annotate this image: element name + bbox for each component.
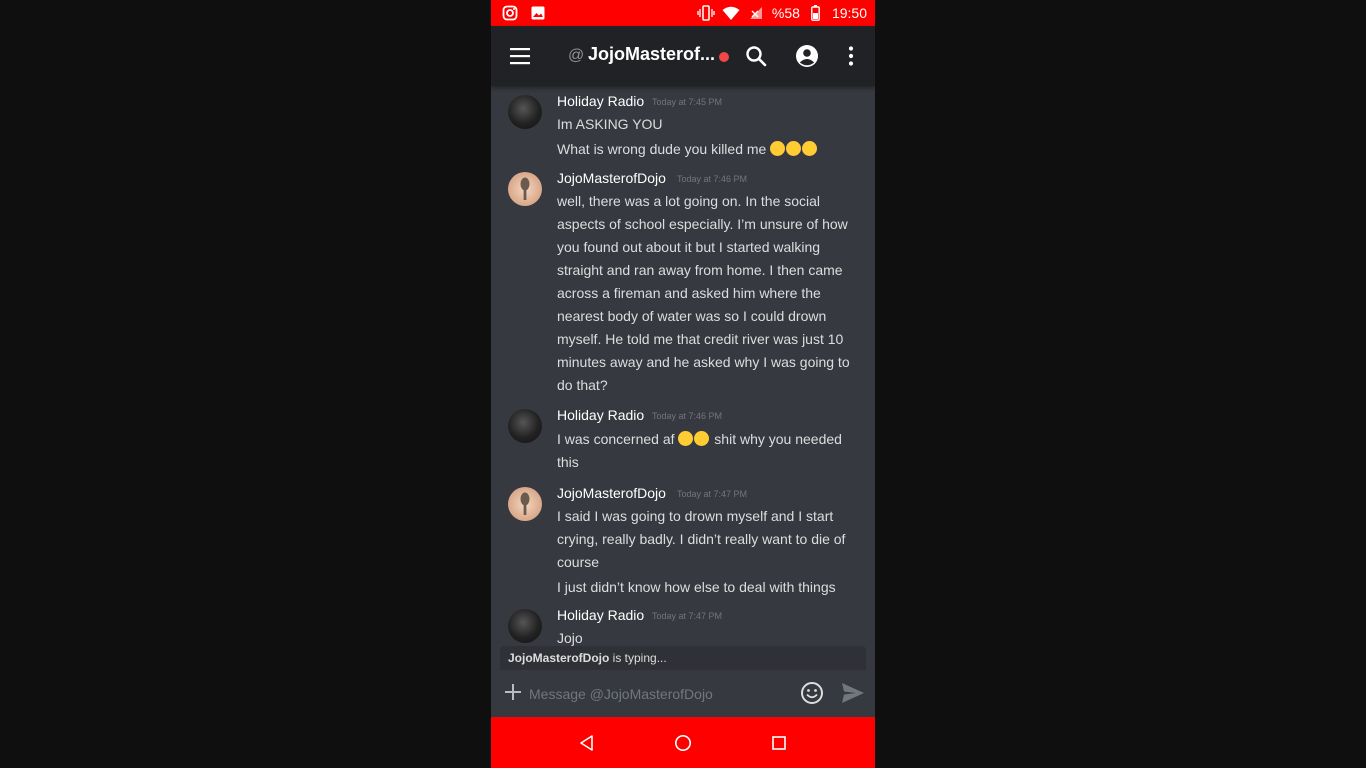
phone-screen: %58 19:50 @ JojoMasterof... Holiday Radi… bbox=[491, 0, 875, 768]
battery-percent: %58 bbox=[771, 5, 800, 21]
message-text: What is wrong dude you killed me bbox=[557, 138, 857, 161]
avatar[interactable] bbox=[508, 172, 542, 206]
emoji-icon[interactable] bbox=[800, 681, 824, 705]
message-text: crying, really badly. I didn’t really wa… bbox=[557, 531, 846, 547]
battery-icon bbox=[807, 4, 825, 22]
app-bar: @ JojoMasterof... bbox=[491, 26, 875, 86]
message-timestamp: Today at 7:46 PM bbox=[677, 174, 748, 184]
message-timestamp: Today at 7:47 PM bbox=[677, 489, 748, 499]
message-author[interactable]: Holiday Radio bbox=[557, 607, 644, 623]
message-text: you found out about it but I started wal… bbox=[557, 239, 821, 255]
avatar[interactable] bbox=[508, 409, 542, 443]
message-timestamp: Today at 7:47 PM bbox=[652, 611, 723, 621]
message-text: straight and ran away from home. I then … bbox=[557, 262, 843, 278]
page-title[interactable]: JojoMasterof... bbox=[588, 44, 715, 65]
message-author[interactable]: Holiday Radio bbox=[557, 93, 644, 109]
message-text: minutes away and he asked why I was goin… bbox=[557, 354, 850, 370]
message-text: Jojo bbox=[557, 630, 583, 646]
status-dot bbox=[719, 52, 729, 62]
microphone-icon bbox=[520, 492, 530, 515]
message-composer bbox=[491, 670, 875, 717]
message-author[interactable]: Holiday Radio bbox=[557, 407, 644, 423]
image-icon bbox=[529, 4, 547, 22]
send-icon[interactable] bbox=[841, 682, 865, 704]
message-input[interactable] bbox=[527, 678, 791, 710]
plus-icon[interactable] bbox=[503, 682, 523, 702]
message-text: well, there was a lot going on. In the s… bbox=[557, 193, 821, 209]
message-text: I was concerned af shit why you needed bbox=[557, 431, 842, 447]
nav-bar bbox=[491, 717, 875, 768]
message-author[interactable]: JojoMasterofDojo bbox=[557, 170, 666, 186]
home-icon[interactable] bbox=[673, 733, 693, 753]
message-timestamp: Today at 7:45 PM bbox=[652, 97, 723, 107]
message-text: I just didn’t know how else to deal with… bbox=[557, 579, 836, 595]
avatar[interactable] bbox=[508, 609, 542, 643]
clock: 19:50 bbox=[831, 5, 867, 21]
instagram-icon bbox=[501, 4, 519, 22]
avatar[interactable] bbox=[508, 95, 542, 129]
search-icon[interactable] bbox=[743, 43, 769, 69]
message-text: course bbox=[557, 554, 600, 570]
back-icon[interactable] bbox=[577, 733, 597, 753]
message-text: this bbox=[557, 454, 579, 470]
message-text: nearest body of water was so I could dro… bbox=[557, 308, 827, 324]
account-icon[interactable] bbox=[794, 43, 820, 69]
message-text: do that? bbox=[557, 377, 608, 393]
avatar[interactable] bbox=[508, 487, 542, 521]
wifi-icon bbox=[722, 4, 740, 22]
crying-face-icon bbox=[770, 141, 818, 157]
typing-suffix: is typing... bbox=[609, 651, 667, 665]
recents-icon[interactable] bbox=[769, 733, 789, 753]
menu-icon[interactable] bbox=[507, 44, 533, 68]
status-bar: %58 19:50 bbox=[491, 0, 875, 26]
message-text: myself. He told me that credit river was… bbox=[557, 331, 844, 347]
typing-indicator: JojoMasterofDojo is typing... bbox=[500, 646, 866, 670]
message-timestamp: Today at 7:46 PM bbox=[652, 411, 723, 421]
microphone-icon bbox=[520, 177, 530, 200]
confounded-face-icon bbox=[678, 431, 710, 447]
more-vert-icon[interactable] bbox=[838, 43, 864, 69]
at-symbol: @ bbox=[568, 47, 585, 64]
message-text: I said I was going to drown myself and I… bbox=[557, 508, 834, 524]
message-list[interactable]: Holiday Radio Today at 7:45 PM Im ASKING… bbox=[491, 86, 875, 646]
message-text: across a fireman and asked him where the bbox=[557, 285, 821, 301]
message-text: Im ASKING YOU bbox=[557, 116, 663, 132]
message-text: aspects of school especially. I’m unsure… bbox=[557, 216, 848, 232]
signal-icon bbox=[747, 4, 765, 22]
typing-user: JojoMasterofDojo bbox=[508, 651, 610, 665]
message-author[interactable]: JojoMasterofDojo bbox=[557, 485, 666, 501]
vibrate-icon bbox=[697, 4, 715, 22]
